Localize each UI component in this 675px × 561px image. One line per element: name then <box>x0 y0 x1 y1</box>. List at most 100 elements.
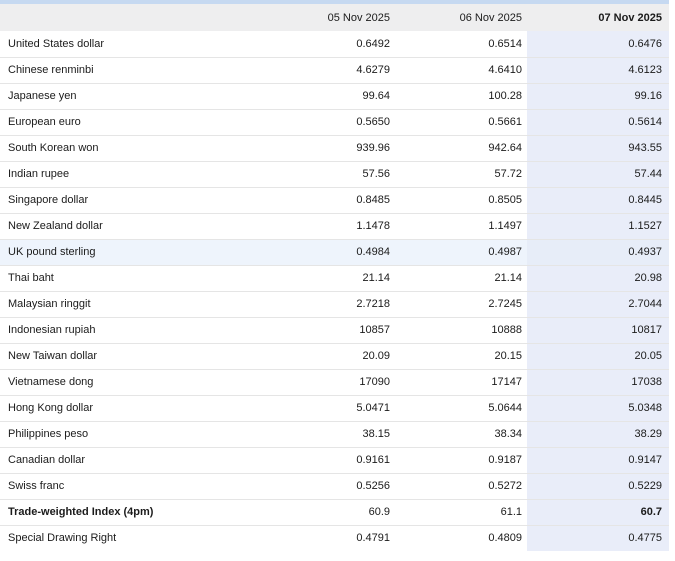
rate-value-cell: 0.8485 <box>256 187 390 214</box>
rate-value-cell: 5.0471 <box>256 395 390 422</box>
currency-name-cell: South Korean won <box>0 135 256 162</box>
table-row[interactable]: Philippines peso 38.15 38.34 38.29 <box>0 421 669 448</box>
rate-value-cell: 0.4984 <box>256 239 390 266</box>
currency-name-cell: Philippines peso <box>0 421 256 448</box>
currency-name-cell: UK pound sterling <box>0 239 256 266</box>
date-column-header-current: 07 Nov 2025 <box>527 4 669 31</box>
rate-value-cell: 0.8445 <box>527 187 669 214</box>
table-row[interactable]: Japanese yen 99.64 100.28 99.16 <box>0 83 669 110</box>
rate-value-cell: 0.5661 <box>390 109 527 136</box>
rate-value-cell: 2.7218 <box>256 291 390 318</box>
rate-value-cell: 21.14 <box>390 265 527 292</box>
table-row[interactable]: Trade-weighted Index (4pm) 60.9 61.1 60.7 <box>0 499 669 526</box>
table-row[interactable]: Chinese renminbi 4.6279 4.6410 4.6123 <box>0 57 669 84</box>
rate-value-cell: 2.7044 <box>527 291 669 318</box>
currency-name-cell: Chinese renminbi <box>0 57 256 84</box>
currency-name-cell: New Zealand dollar <box>0 213 256 240</box>
table-row[interactable]: New Zealand dollar 1.1478 1.1497 1.1527 <box>0 213 669 240</box>
rate-value-cell: 0.5229 <box>527 473 669 500</box>
exchange-rates-table: 05 Nov 2025 06 Nov 2025 07 Nov 2025 Unit… <box>0 4 669 551</box>
table-row[interactable]: Vietnamese dong 17090 17147 17038 <box>0 369 669 396</box>
currency-name-cell: Vietnamese dong <box>0 369 256 396</box>
rate-value-cell: 17147 <box>390 369 527 396</box>
currency-name-cell: Special Drawing Right <box>0 525 256 551</box>
rate-value-cell: 0.6476 <box>527 31 669 58</box>
table-row[interactable]: Indonesian rupiah 10857 10888 10817 <box>0 317 669 344</box>
rate-value-cell: 0.9147 <box>527 447 669 474</box>
currency-column-header <box>0 4 256 31</box>
exchange-rates-page: 05 Nov 2025 06 Nov 2025 07 Nov 2025 Unit… <box>0 0 675 561</box>
table-body: United States dollar 0.6492 0.6514 0.6476 Ch… <box>0 31 669 551</box>
rate-value-cell: 20.05 <box>527 343 669 370</box>
rate-value-cell: 0.9161 <box>256 447 390 474</box>
rate-value-cell: 939.96 <box>256 135 390 162</box>
table-row[interactable]: Thai baht 21.14 21.14 20.98 <box>0 265 669 292</box>
rate-value-cell: 60.7 <box>527 499 669 526</box>
rate-value-cell: 20.98 <box>527 265 669 292</box>
table-row[interactable]: UK pound sterling 0.4984 0.4987 0.4937 <box>0 239 669 266</box>
rate-value-cell: 5.0644 <box>390 395 527 422</box>
table-row[interactable]: Swiss franc 0.5256 0.5272 0.5229 <box>0 473 669 500</box>
currency-name-cell: Malaysian ringgit <box>0 291 256 318</box>
currency-name-cell: Canadian dollar <box>0 447 256 474</box>
rate-value-cell: 1.1527 <box>527 213 669 240</box>
table-row[interactable]: Hong Kong dollar 5.0471 5.0644 5.0348 <box>0 395 669 422</box>
table-row[interactable]: Canadian dollar 0.9161 0.9187 0.9147 <box>0 447 669 474</box>
currency-name-cell: United States dollar <box>0 31 256 58</box>
rate-value-cell: 1.1497 <box>390 213 527 240</box>
currency-name-cell: Swiss franc <box>0 473 256 500</box>
table-row[interactable]: South Korean won 939.96 942.64 943.55 <box>0 135 669 162</box>
rate-value-cell: 0.5272 <box>390 473 527 500</box>
rate-value-cell: 99.64 <box>256 83 390 110</box>
table-row[interactable]: Malaysian ringgit 2.7218 2.7245 2.7044 <box>0 291 669 318</box>
rate-value-cell: 0.4987 <box>390 239 527 266</box>
table-row[interactable]: European euro 0.5650 0.5661 0.5614 <box>0 109 669 136</box>
table-row[interactable]: Indian rupee 57.56 57.72 57.44 <box>0 161 669 188</box>
rate-value-cell: 60.9 <box>256 499 390 526</box>
rate-value-cell: 0.9187 <box>390 447 527 474</box>
rate-value-cell: 10857 <box>256 317 390 344</box>
rate-value-cell: 17090 <box>256 369 390 396</box>
rate-value-cell: 0.5650 <box>256 109 390 136</box>
rate-value-cell: 57.56 <box>256 161 390 188</box>
rate-value-cell: 0.6492 <box>256 31 390 58</box>
currency-name-cell: Japanese yen <box>0 83 256 110</box>
currency-name-cell: European euro <box>0 109 256 136</box>
rate-value-cell: 1.1478 <box>256 213 390 240</box>
rate-value-cell: 4.6410 <box>390 57 527 84</box>
rate-value-cell: 10888 <box>390 317 527 344</box>
rate-value-cell: 20.09 <box>256 343 390 370</box>
currency-name-cell: Trade-weighted Index (4pm) <box>0 499 256 526</box>
rate-value-cell: 38.29 <box>527 421 669 448</box>
rate-value-cell: 0.4775 <box>527 525 669 551</box>
rate-value-cell: 38.15 <box>256 421 390 448</box>
rate-value-cell: 0.4791 <box>256 525 390 551</box>
currency-name-cell: Thai baht <box>0 265 256 292</box>
table-row[interactable]: Singapore dollar 0.8485 0.8505 0.8445 <box>0 187 669 214</box>
rate-value-cell: 17038 <box>527 369 669 396</box>
rate-value-cell: 57.72 <box>390 161 527 188</box>
date-column-header-2: 06 Nov 2025 <box>390 4 527 31</box>
rate-value-cell: 2.7245 <box>390 291 527 318</box>
rate-value-cell: 0.4937 <box>527 239 669 266</box>
rate-value-cell: 5.0348 <box>527 395 669 422</box>
table-header-row: 05 Nov 2025 06 Nov 2025 07 Nov 2025 <box>0 4 669 31</box>
table-row[interactable]: New Taiwan dollar 20.09 20.15 20.05 <box>0 343 669 370</box>
rate-value-cell: 0.6514 <box>390 31 527 58</box>
currency-name-cell: Indonesian rupiah <box>0 317 256 344</box>
rate-value-cell: 38.34 <box>390 421 527 448</box>
rate-value-cell: 21.14 <box>256 265 390 292</box>
table-row[interactable]: Special Drawing Right 0.4791 0.4809 0.4775 <box>0 525 669 551</box>
rate-value-cell: 99.16 <box>527 83 669 110</box>
rate-value-cell: 942.64 <box>390 135 527 162</box>
rate-value-cell: 100.28 <box>390 83 527 110</box>
rate-value-cell: 57.44 <box>527 161 669 188</box>
rate-value-cell: 4.6123 <box>527 57 669 84</box>
date-column-header-1: 05 Nov 2025 <box>256 4 390 31</box>
table-row[interactable]: United States dollar 0.6492 0.6514 0.6476 <box>0 31 669 58</box>
rate-value-cell: 61.1 <box>390 499 527 526</box>
rate-value-cell: 943.55 <box>527 135 669 162</box>
currency-name-cell: Indian rupee <box>0 161 256 188</box>
rate-value-cell: 4.6279 <box>256 57 390 84</box>
currency-name-cell: Singapore dollar <box>0 187 256 214</box>
